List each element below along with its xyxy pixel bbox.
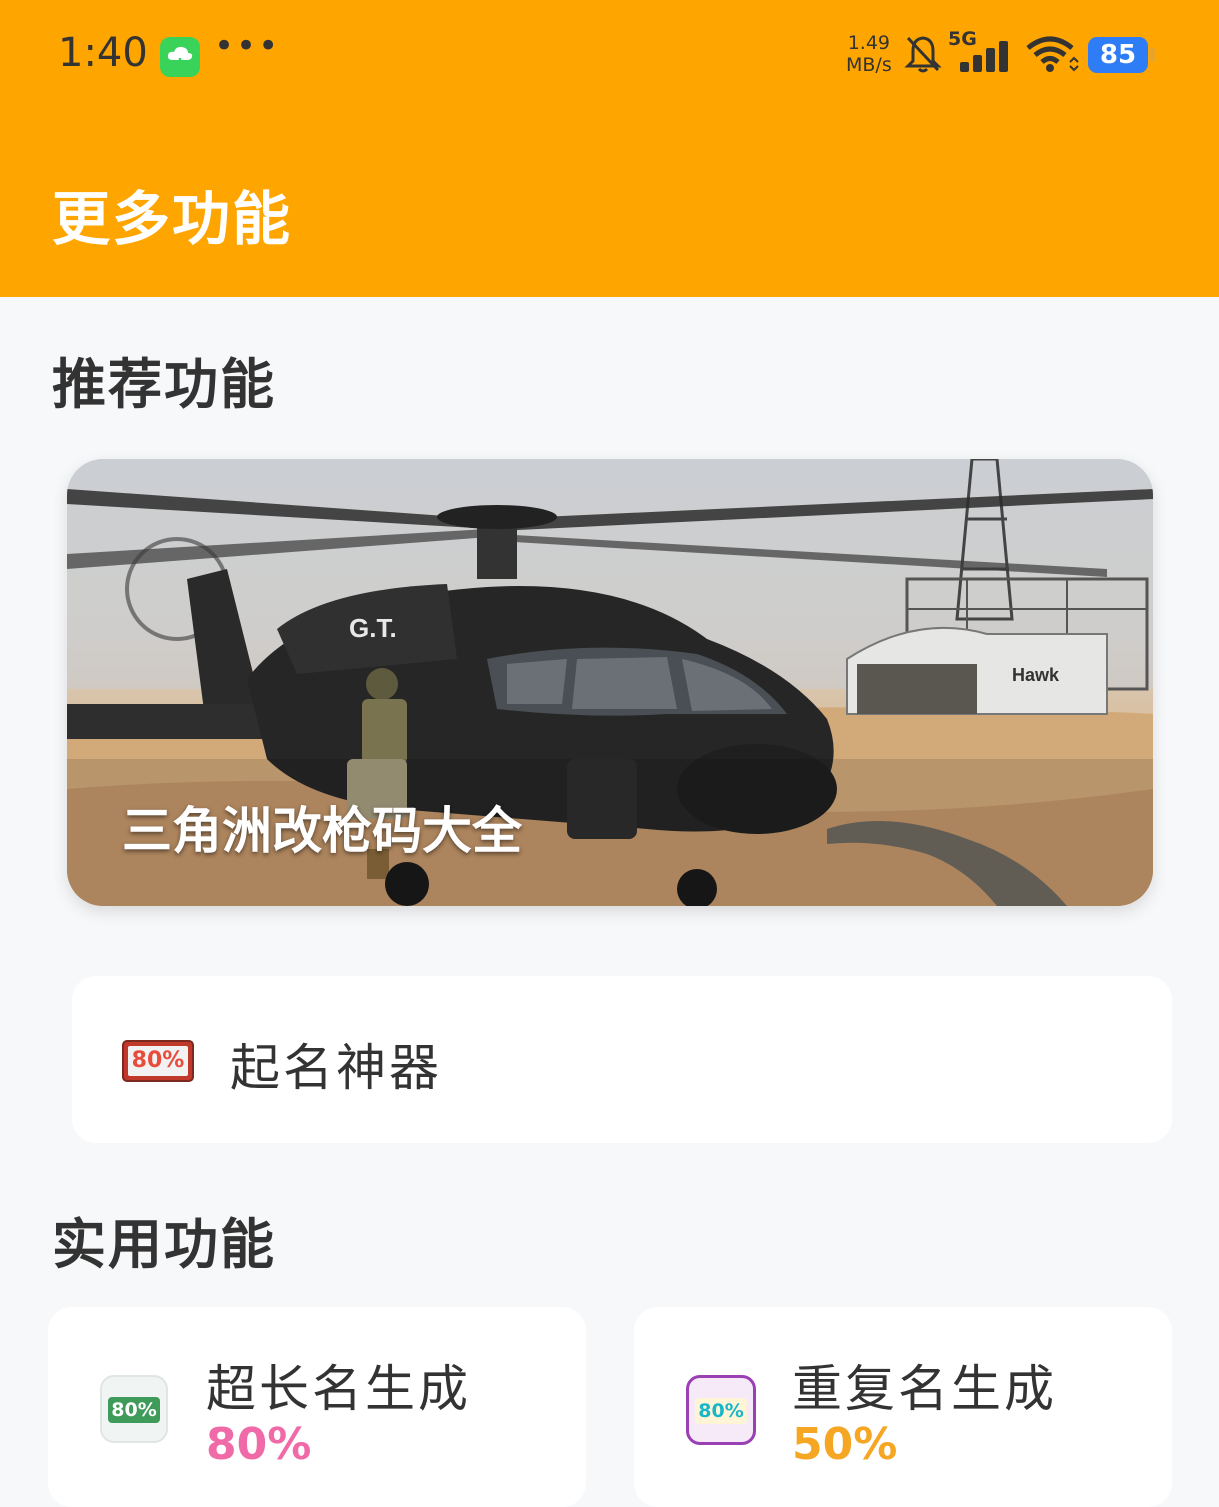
signal-bars-icon: [960, 41, 1008, 72]
featured-banner[interactable]: Hawk G.T. 三角洲改枪码大全: [67, 459, 1153, 906]
utility-item-title: 超长名生成: [206, 1360, 471, 1418]
svg-text:G.T.: G.T.: [349, 613, 397, 643]
network-speed: 1.49 MB/s: [846, 32, 892, 76]
section-title-utility: 实用功能: [52, 1213, 276, 1276]
long-name-icon: 80%: [100, 1375, 168, 1443]
section-title-recommended: 推荐功能: [52, 353, 276, 416]
duplicate-name-icon-text: 80%: [695, 1398, 747, 1424]
utility-card-duplicate-name[interactable]: 80% 重复名生成 50%: [634, 1307, 1172, 1507]
utility-item-percent: 80%: [206, 1419, 312, 1470]
speed-value: 1.49: [847, 32, 891, 54]
discount-badge-icon: 80%: [122, 1040, 194, 1082]
status-bar: 1:40 ••• 1.49 MB/s 5G 85: [0, 0, 1219, 110]
duplicate-name-icon: 80%: [686, 1375, 756, 1445]
svg-text:Hawk: Hawk: [1012, 665, 1060, 685]
utility-item-percent: 50%: [792, 1419, 898, 1470]
feature-card-naming[interactable]: 80% 起名神器: [72, 976, 1172, 1143]
cloud-app-icon: [160, 37, 200, 77]
battery-indicator: 85: [1088, 37, 1148, 73]
status-time: 1:40: [58, 30, 148, 76]
long-name-icon-text: 80%: [108, 1397, 160, 1423]
bell-muted-icon: [904, 36, 942, 73]
feature-label: 起名神器: [230, 1039, 442, 1097]
badge-text: 80%: [128, 1046, 188, 1076]
more-notifications-icon: •••: [214, 26, 281, 66]
utility-item-title: 重复名生成: [792, 1360, 1057, 1418]
battery-tip: [1150, 48, 1155, 62]
speed-unit: MB/s: [846, 54, 892, 76]
page-title: 更多功能: [52, 185, 293, 253]
utility-card-long-name[interactable]: 80% 超长名生成 80%: [48, 1307, 586, 1507]
banner-caption: 三角洲改枪码大全: [122, 802, 522, 860]
wifi-icon: [1026, 36, 1079, 72]
app-header: 1:40 ••• 1.49 MB/s 5G 85 更多功能: [0, 0, 1219, 297]
